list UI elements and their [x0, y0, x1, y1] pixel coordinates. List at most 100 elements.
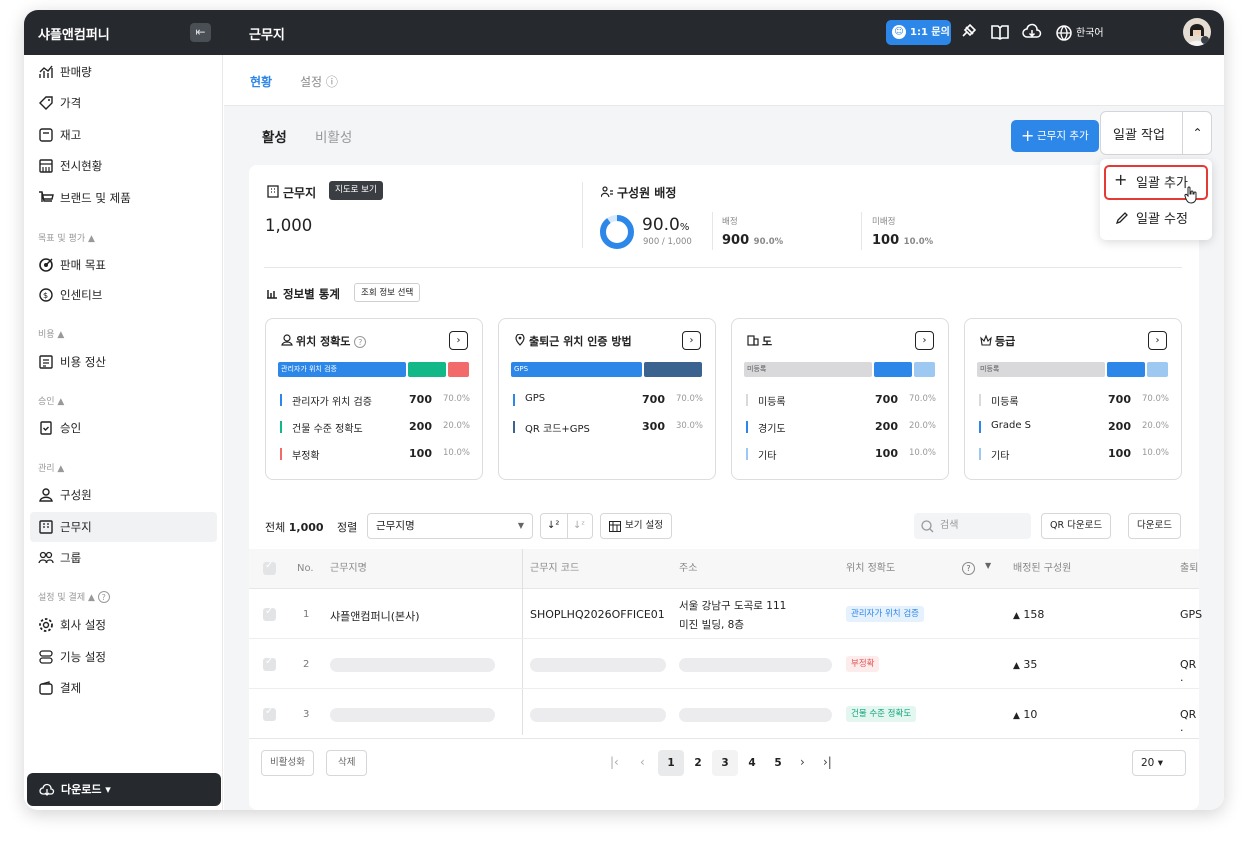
- download-table-button[interactable]: 다운로드: [1128, 513, 1181, 539]
- sidebar-item-label: 판매 목표: [60, 258, 106, 272]
- prev-page-icon[interactable]: ‹: [640, 755, 645, 769]
- column-header[interactable]: 근무지 코드: [530, 549, 579, 589]
- inquiry-button[interactable]: ☺ 1:1 문의: [886, 20, 951, 45]
- section-cost[interactable]: 비용 ▲: [38, 327, 64, 340]
- address-line-2: 미진 빌딩, 8층: [679, 619, 744, 631]
- sort-order-toggle[interactable]: ↓² ↓ᶻ: [540, 513, 593, 539]
- next-page-icon[interactable]: ›: [800, 755, 805, 769]
- sidebar-item-group[interactable]: 그룹: [38, 547, 216, 569]
- sidebar-item-workplace[interactable]: 근무지: [30, 512, 217, 542]
- column-header[interactable]: 출퇴: [1180, 549, 1198, 589]
- stat-card-arrow-icon[interactable]: ›: [1148, 331, 1167, 350]
- loading-skeleton: [530, 658, 666, 672]
- sidebar-item-billing[interactable]: 결제: [38, 677, 216, 699]
- stat-card-arrow-icon[interactable]: ›: [682, 331, 701, 350]
- stat-row-label: 관리자가 위치 검증: [292, 397, 372, 408]
- table-row[interactable]: 1 샤플앤컴퍼니(본사) SHOPLHQ2026OFFICE01 서울 강남구 …: [249, 590, 1202, 639]
- row-checkbox[interactable]: [263, 656, 276, 671]
- avatar[interactable]: [1183, 18, 1211, 46]
- qr-download-button[interactable]: QR 다운로드: [1041, 513, 1112, 539]
- filter-caret-icon[interactable]: ▼: [985, 561, 991, 570]
- bulk-edit-item[interactable]: 일괄 수정: [1114, 208, 1188, 227]
- map-view-button[interactable]: 지도로 보기: [329, 181, 383, 200]
- workplace-name[interactable]: 샤플앤컴퍼니(본사): [330, 608, 420, 624]
- table-row[interactable]: 3 건물 수준 정확도 ▲ 10 QR .: [249, 690, 1199, 739]
- page-button[interactable]: 4: [739, 750, 765, 776]
- bulk-add-item[interactable]: + 일괄 추가: [1114, 170, 1188, 191]
- collapse-sidebar-icon[interactable]: ⇤: [190, 23, 211, 42]
- section-manage[interactable]: 관리 ▲: [38, 461, 64, 474]
- search-input[interactable]: 검색: [914, 513, 1031, 539]
- row-checkbox[interactable]: [263, 606, 276, 621]
- sidebar-item-price[interactable]: 가격: [38, 92, 216, 114]
- sidebar-item-label: 기능 설정: [60, 650, 106, 664]
- section-approval[interactable]: 승인 ▲: [38, 394, 64, 407]
- view-settings-button[interactable]: 보기 설정: [600, 513, 672, 539]
- delete-button[interactable]: 삭제: [326, 750, 368, 776]
- add-workplace-button[interactable]: + 근무지 추가: [1011, 120, 1099, 152]
- sidebar-item-expense[interactable]: 비용 정산: [38, 351, 216, 373]
- tab-status[interactable]: 현황: [250, 73, 272, 90]
- section-settings[interactable]: 설정 및 결제 ▲ ?: [38, 590, 110, 603]
- sidebar-item-inventory[interactable]: 재고: [38, 124, 216, 146]
- bulk-action-button[interactable]: 일괄 작업 ⌃: [1100, 111, 1212, 155]
- tab-settings[interactable]: 설정 ⓘ: [300, 73, 338, 90]
- assigned-pct: 90.0%: [753, 237, 784, 247]
- sidebar-item-brand[interactable]: 브랜드 및 제품: [38, 187, 216, 209]
- help-icon[interactable]: ?: [962, 562, 975, 575]
- stat-row-value: 700: [875, 393, 898, 406]
- legend-marker: [280, 421, 282, 433]
- sidebar-item-display[interactable]: 전시현황: [38, 155, 216, 177]
- row-checkbox[interactable]: [263, 706, 276, 721]
- last-page-icon[interactable]: ›|: [823, 755, 832, 769]
- stat-card-method: 출퇴근 위치 인증 방법 › GPS GPS 700 70.0% QR 코드+GPS 3…: [498, 318, 716, 480]
- page-button[interactable]: 1: [658, 750, 684, 776]
- column-header[interactable]: 주소: [679, 549, 697, 589]
- select-all-checkbox[interactable]: [263, 560, 276, 575]
- bar-segment: 미등록: [744, 362, 872, 377]
- company-name[interactable]: 샤플앤컴퍼니: [38, 24, 110, 43]
- tab-active[interactable]: 활성: [262, 126, 287, 146]
- wallet-icon: [39, 681, 53, 695]
- sidebar-item-sales[interactable]: 판매량: [38, 61, 216, 83]
- stat-card-arrow-icon[interactable]: ›: [449, 331, 468, 350]
- book-icon[interactable]: [990, 22, 1010, 42]
- help-icon[interactable]: ?: [354, 336, 367, 348]
- column-header[interactable]: 배정된 구성원: [1013, 549, 1071, 589]
- page-button[interactable]: 3: [712, 750, 738, 776]
- cloud-download-icon[interactable]: [1022, 22, 1042, 42]
- page-button[interactable]: 5: [765, 750, 791, 776]
- first-page-icon[interactable]: |‹: [610, 755, 619, 769]
- download-button[interactable]: 다운로드 ▾: [27, 773, 221, 806]
- stat-title-text: 도: [762, 335, 773, 348]
- language-selector[interactable]: 한국어: [1076, 24, 1104, 39]
- sidebar-item-incentive[interactable]: $ 인센티브: [38, 284, 216, 306]
- sort-asc-icon[interactable]: ↓²: [547, 515, 559, 537]
- tab-inactive[interactable]: 비활성: [315, 126, 352, 146]
- page-button[interactable]: 2: [685, 750, 711, 776]
- total-value: 1,000: [288, 521, 324, 534]
- sort-desc-icon[interactable]: ↓ᶻ: [573, 515, 585, 537]
- sidebar-item-label: 비용 정산: [60, 355, 106, 369]
- stat-row-label: GPS: [525, 393, 546, 404]
- stat-row: QR 코드+GPS 300 30.0%: [513, 420, 703, 435]
- deactivate-button[interactable]: 비활성화: [261, 750, 314, 776]
- sidebar-item-sales-goal[interactable]: 판매 목표: [38, 254, 216, 276]
- section-goals[interactable]: 목표 및 평가 ▲: [38, 231, 95, 244]
- select-stats-button[interactable]: 조회 정보 선택: [354, 283, 421, 302]
- chevron-up-icon[interactable]: ⌃: [1182, 112, 1212, 154]
- sidebar-item-company-settings[interactable]: 회사 설정: [38, 614, 216, 636]
- sidebar-item-feature-settings[interactable]: 기능 설정: [38, 646, 216, 668]
- page-size-select[interactable]: 20 ▾: [1132, 750, 1186, 776]
- globe-icon[interactable]: [1054, 23, 1074, 43]
- help-icon[interactable]: ?: [97, 591, 110, 603]
- stat-card-arrow-icon[interactable]: ›: [915, 331, 934, 350]
- sidebar-item-approval[interactable]: 승인: [38, 417, 216, 439]
- sort-select[interactable]: 근무지명 ▼: [367, 513, 533, 539]
- sidebar-item-members[interactable]: 구성원: [38, 484, 216, 506]
- table-row[interactable]: 2 부정확 ▲ 35 QR .: [249, 640, 1199, 689]
- column-header[interactable]: 근무지명: [330, 549, 367, 589]
- column-header[interactable]: 위치 정확도: [846, 549, 895, 589]
- pin-icon[interactable]: [958, 22, 978, 42]
- stat-row-percent: 20.0%: [442, 421, 470, 431]
